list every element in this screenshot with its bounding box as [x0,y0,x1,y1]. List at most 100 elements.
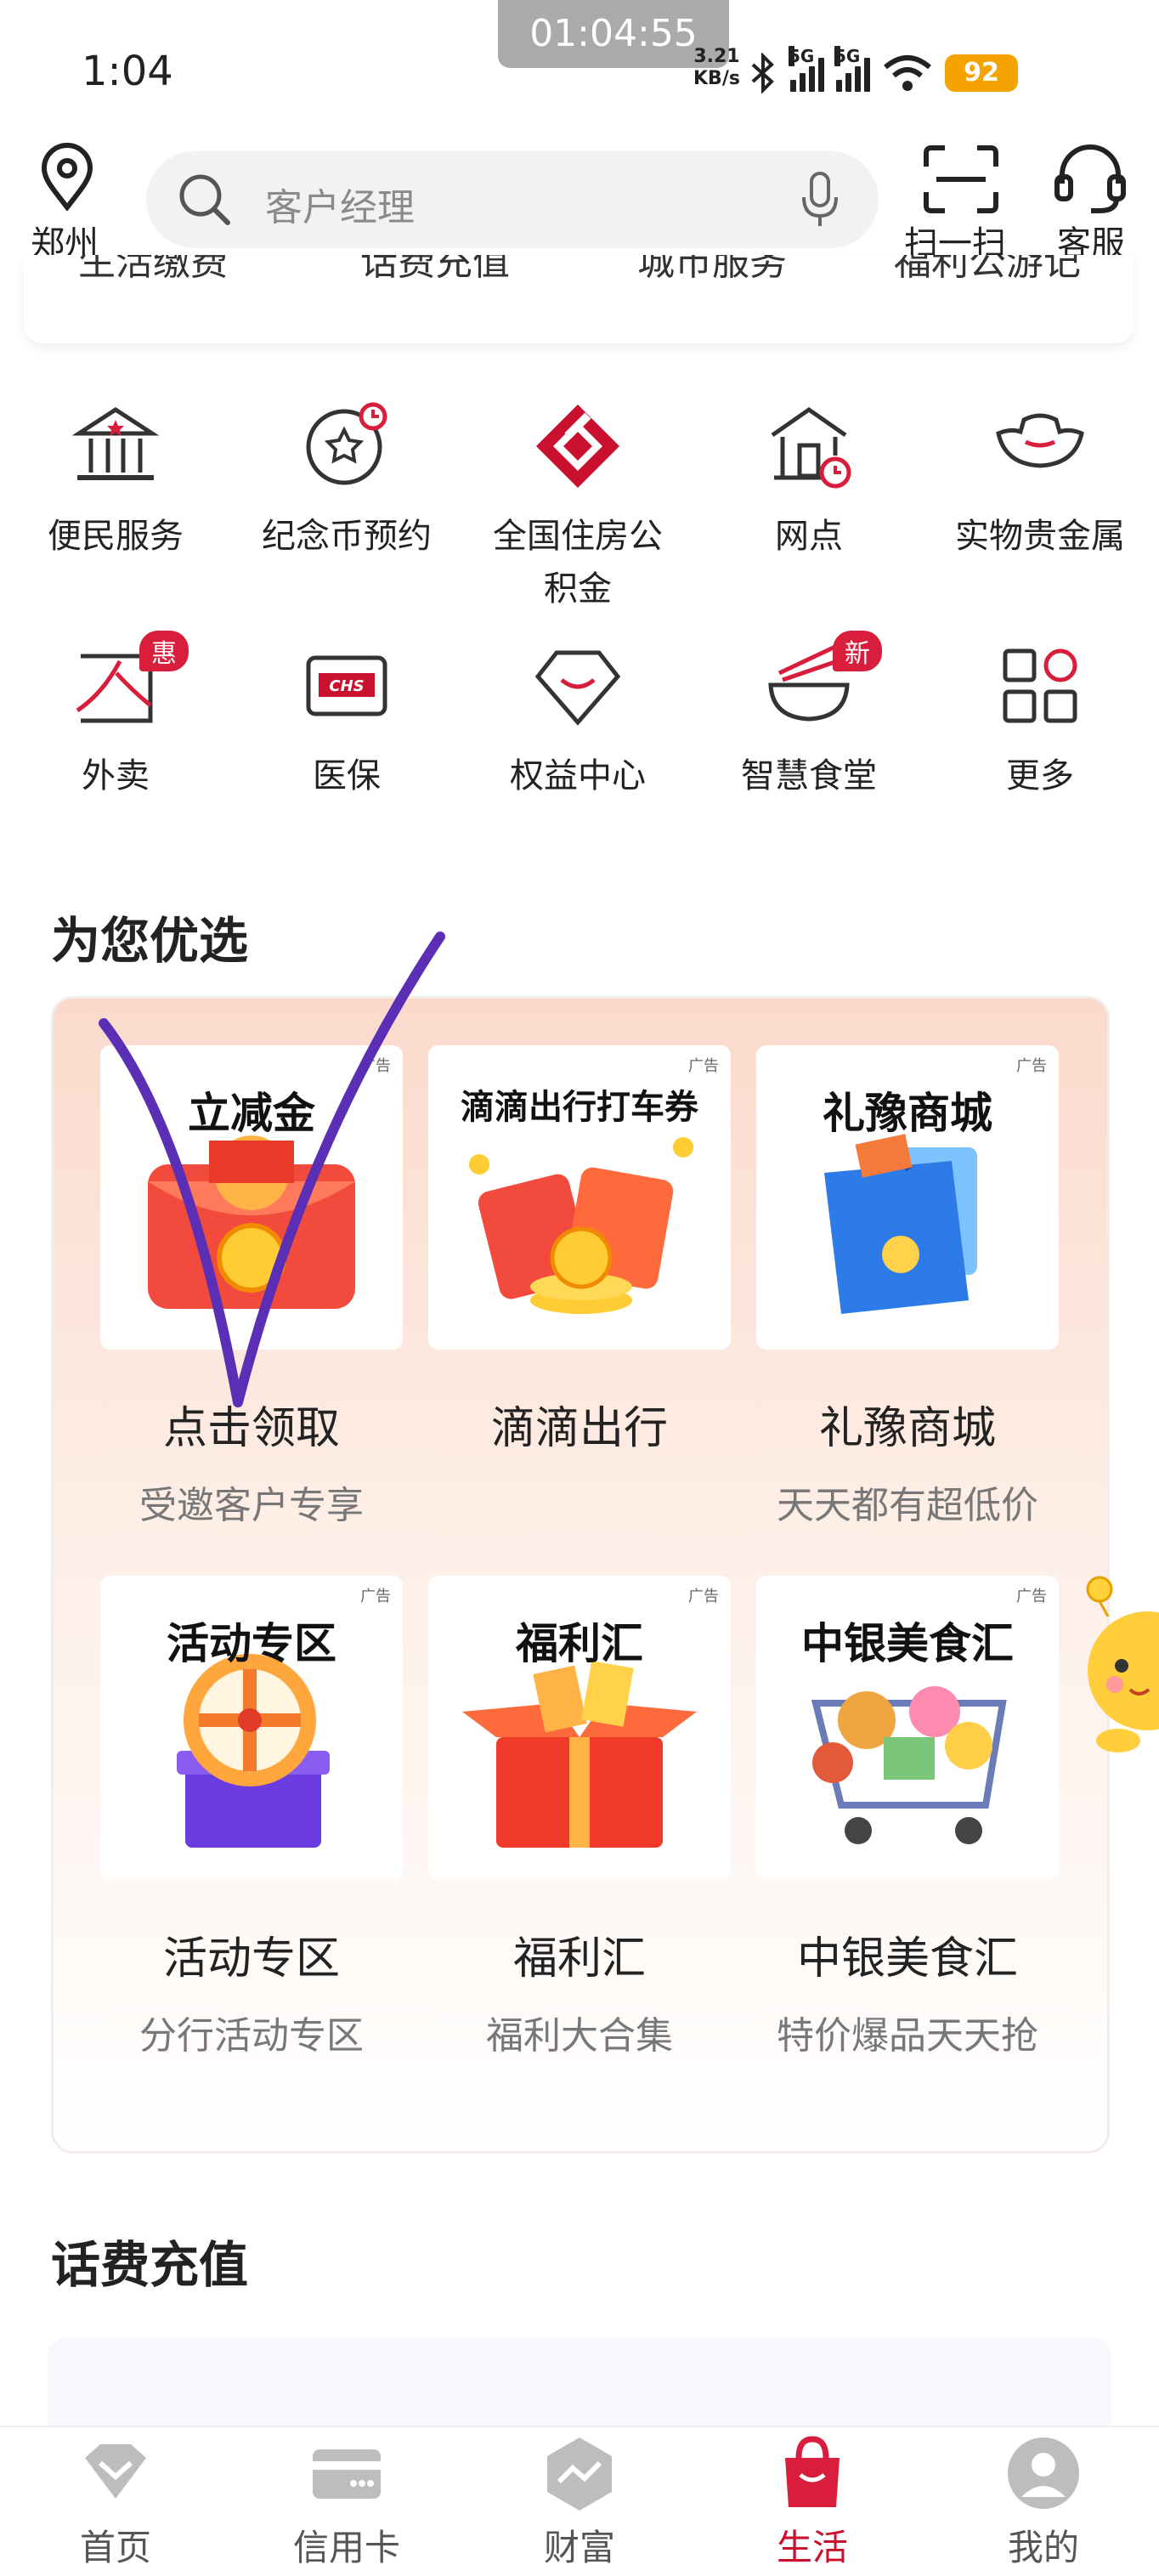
promo-card-liyu-mall[interactable]: 广告 礼豫商城 礼豫商城 天天都有超低价 [756,1045,1059,1529]
phone-recharge-link[interactable]: 话费充值 [360,255,510,286]
tab-credit-card[interactable]: 信用卡 [262,2432,432,2571]
tab-label: 财富 [543,2527,615,2568]
promo-image: 广告 福利汇 [428,1576,731,1880]
promo-subtitle: 福利大合集 [486,2014,673,2058]
housing-fund-logo-icon [536,405,619,488]
network-speed-value: 3.21 [693,46,740,67]
promo-title: 点击领取 [162,1403,340,1454]
credit-card-icon [313,2449,381,2499]
grid-item-medical-insurance[interactable]: CHS 医保 [231,639,462,802]
promo-image: 广告 中银美食汇 [756,1576,1059,1880]
wifi-icon [884,55,931,91]
cell-signal-icon: 5G [789,46,824,92]
grid-item-coin-reservation[interactable]: 纪念币预约 [231,399,462,563]
promo-card-discount[interactable]: 广告 立减金 点击领取 受邀客户专享 [100,1045,403,1529]
branch-clock-icon [771,406,851,489]
grid-item-smart-canteen[interactable]: 新 智慧食堂 [693,631,924,802]
grid-label-line: 积金 [544,569,612,609]
grid-label: 更多 [1006,756,1074,795]
shopping-bag-icon [785,2436,840,2507]
status-time: 1:04 [82,48,173,95]
promo-headline: 中银美食汇 [801,1619,1014,1668]
tab-label: 我的 [1007,2527,1079,2568]
promo-card-activity-zone[interactable]: 广告 活动专区 活动专区 分行活动专区 [100,1576,403,2059]
signal-label: 5G [789,46,815,66]
grid-label: 权益中心 [510,756,646,795]
promo-subtitle: 天天都有超低价 [777,1484,1038,1527]
network-speed: 3.21 KB/s [693,46,740,90]
headset-icon[interactable] [1052,141,1128,216]
ad-label: 广告 [688,1057,719,1075]
network-speed-unit: KB/s [693,68,740,89]
promo-card-food-hub[interactable]: 广告 中银美食汇 中银美食汇 特价爆品天天抢 [756,1576,1059,2059]
tab-home[interactable]: 首页 [31,2432,201,2571]
promo-headline: 福利汇 [516,1619,643,1668]
tab-wealth[interactable]: 财富 [495,2432,664,2571]
promo-headline: 滴滴出行打车券 [461,1088,698,1127]
tab-life[interactable]: 生活 [727,2432,897,2571]
promo-card-welfare-hub[interactable]: 广告 福利汇 福利汇 福利大合集 [428,1576,731,2059]
ad-label: 广告 [688,1588,719,1605]
promo-title: 活动专区 [162,1933,340,1984]
svg-text:CHS: CHS [329,677,364,695]
tab-label: 首页 [79,2527,151,2568]
signal-label: 5G [834,46,861,66]
search-bar[interactable] [146,151,879,248]
promo-image: 广告 滴滴出行打车券 [428,1045,731,1350]
grid-item-more[interactable]: 更多 [924,639,1156,802]
cell-signal-icon: 5G [834,46,870,92]
grid-label: 实物贵金属 [955,517,1125,556]
ad-label: 广告 [360,1057,391,1075]
grid-label: 外卖 [82,756,150,795]
promo-card-didi[interactable]: 广告 滴滴出行打车券 滴滴出行 [428,1045,731,1475]
diamond-icon [534,650,621,726]
status-icons: 5G 5G 92 [748,46,1018,99]
search-input[interactable]: 客户经理 [265,177,415,231]
promo-title: 礼豫商城 [818,1403,996,1454]
city-services-link[interactable]: 城市服务 [637,255,787,286]
life-services-card: 生活缴费 话费充值 城市服务 福利公游记 [24,255,1134,343]
ad-label: 广告 [360,1588,391,1605]
bluetooth-icon [751,53,774,93]
section-title-recharge: 话费充值 [51,2236,249,2294]
promo-subtitle: 特价爆品天天抢 [777,2014,1038,2058]
grid-label: 纪念币预约 [262,517,432,556]
grid-label: 全国住房公 积金 [462,510,693,615]
battery-indicator: 92 [945,54,1018,92]
gold-ingot-icon [996,413,1084,468]
grid-label-line: 全国住房公 [493,517,663,556]
grid-item-housing-fund[interactable]: 全国住房公 积金 [462,399,693,615]
scan-icon[interactable] [923,144,999,214]
promo-subtitle: 受邀客户专享 [139,1484,364,1527]
coin-star-icon [306,402,387,485]
grid-label: 网点 [775,517,843,556]
grid-item-branch[interactable]: 网点 [693,399,924,563]
ad-label: 广告 [1016,1588,1047,1605]
tab-label: 生活 [776,2527,848,2568]
grid-more-icon [1003,648,1077,723]
promo-subtitle: 分行活动专区 [139,2014,364,2058]
grid-item-takeout[interactable]: 惠 外卖 [0,631,231,802]
promo-image: 广告 立减金 [100,1045,403,1350]
wealth-chart-icon [547,2437,612,2511]
promo-headline: 礼豫商城 [823,1089,992,1138]
grid-label: 医保 [313,756,381,795]
microphone-icon[interactable] [799,170,841,229]
location-pin-icon[interactable] [37,143,97,211]
ad-label: 广告 [1016,1057,1047,1075]
bank-building-icon [71,407,160,480]
search-icon [179,174,230,225]
grid-item-precious-metals[interactable]: 实物贵金属 [924,399,1156,563]
welfare-travel-link[interactable]: 福利公游记 [894,255,1081,286]
new-badge: 新 [833,631,882,671]
promo-headline: 立减金 [188,1089,315,1138]
section-title-featured: 为您优选 [51,912,249,970]
promo-headline: 活动专区 [167,1619,336,1668]
grid-item-rights-center[interactable]: 权益中心 [462,639,693,802]
grid-item-convenience[interactable]: 便民服务 [0,399,231,563]
profile-icon [1008,2437,1079,2509]
promo-image: 广告 礼豫商城 [756,1045,1059,1350]
mascot-floating-icon[interactable] [1071,1560,1159,1764]
tab-profile[interactable]: 我的 [958,2432,1128,2571]
life-payment-link[interactable]: 生活缴费 [78,255,228,286]
